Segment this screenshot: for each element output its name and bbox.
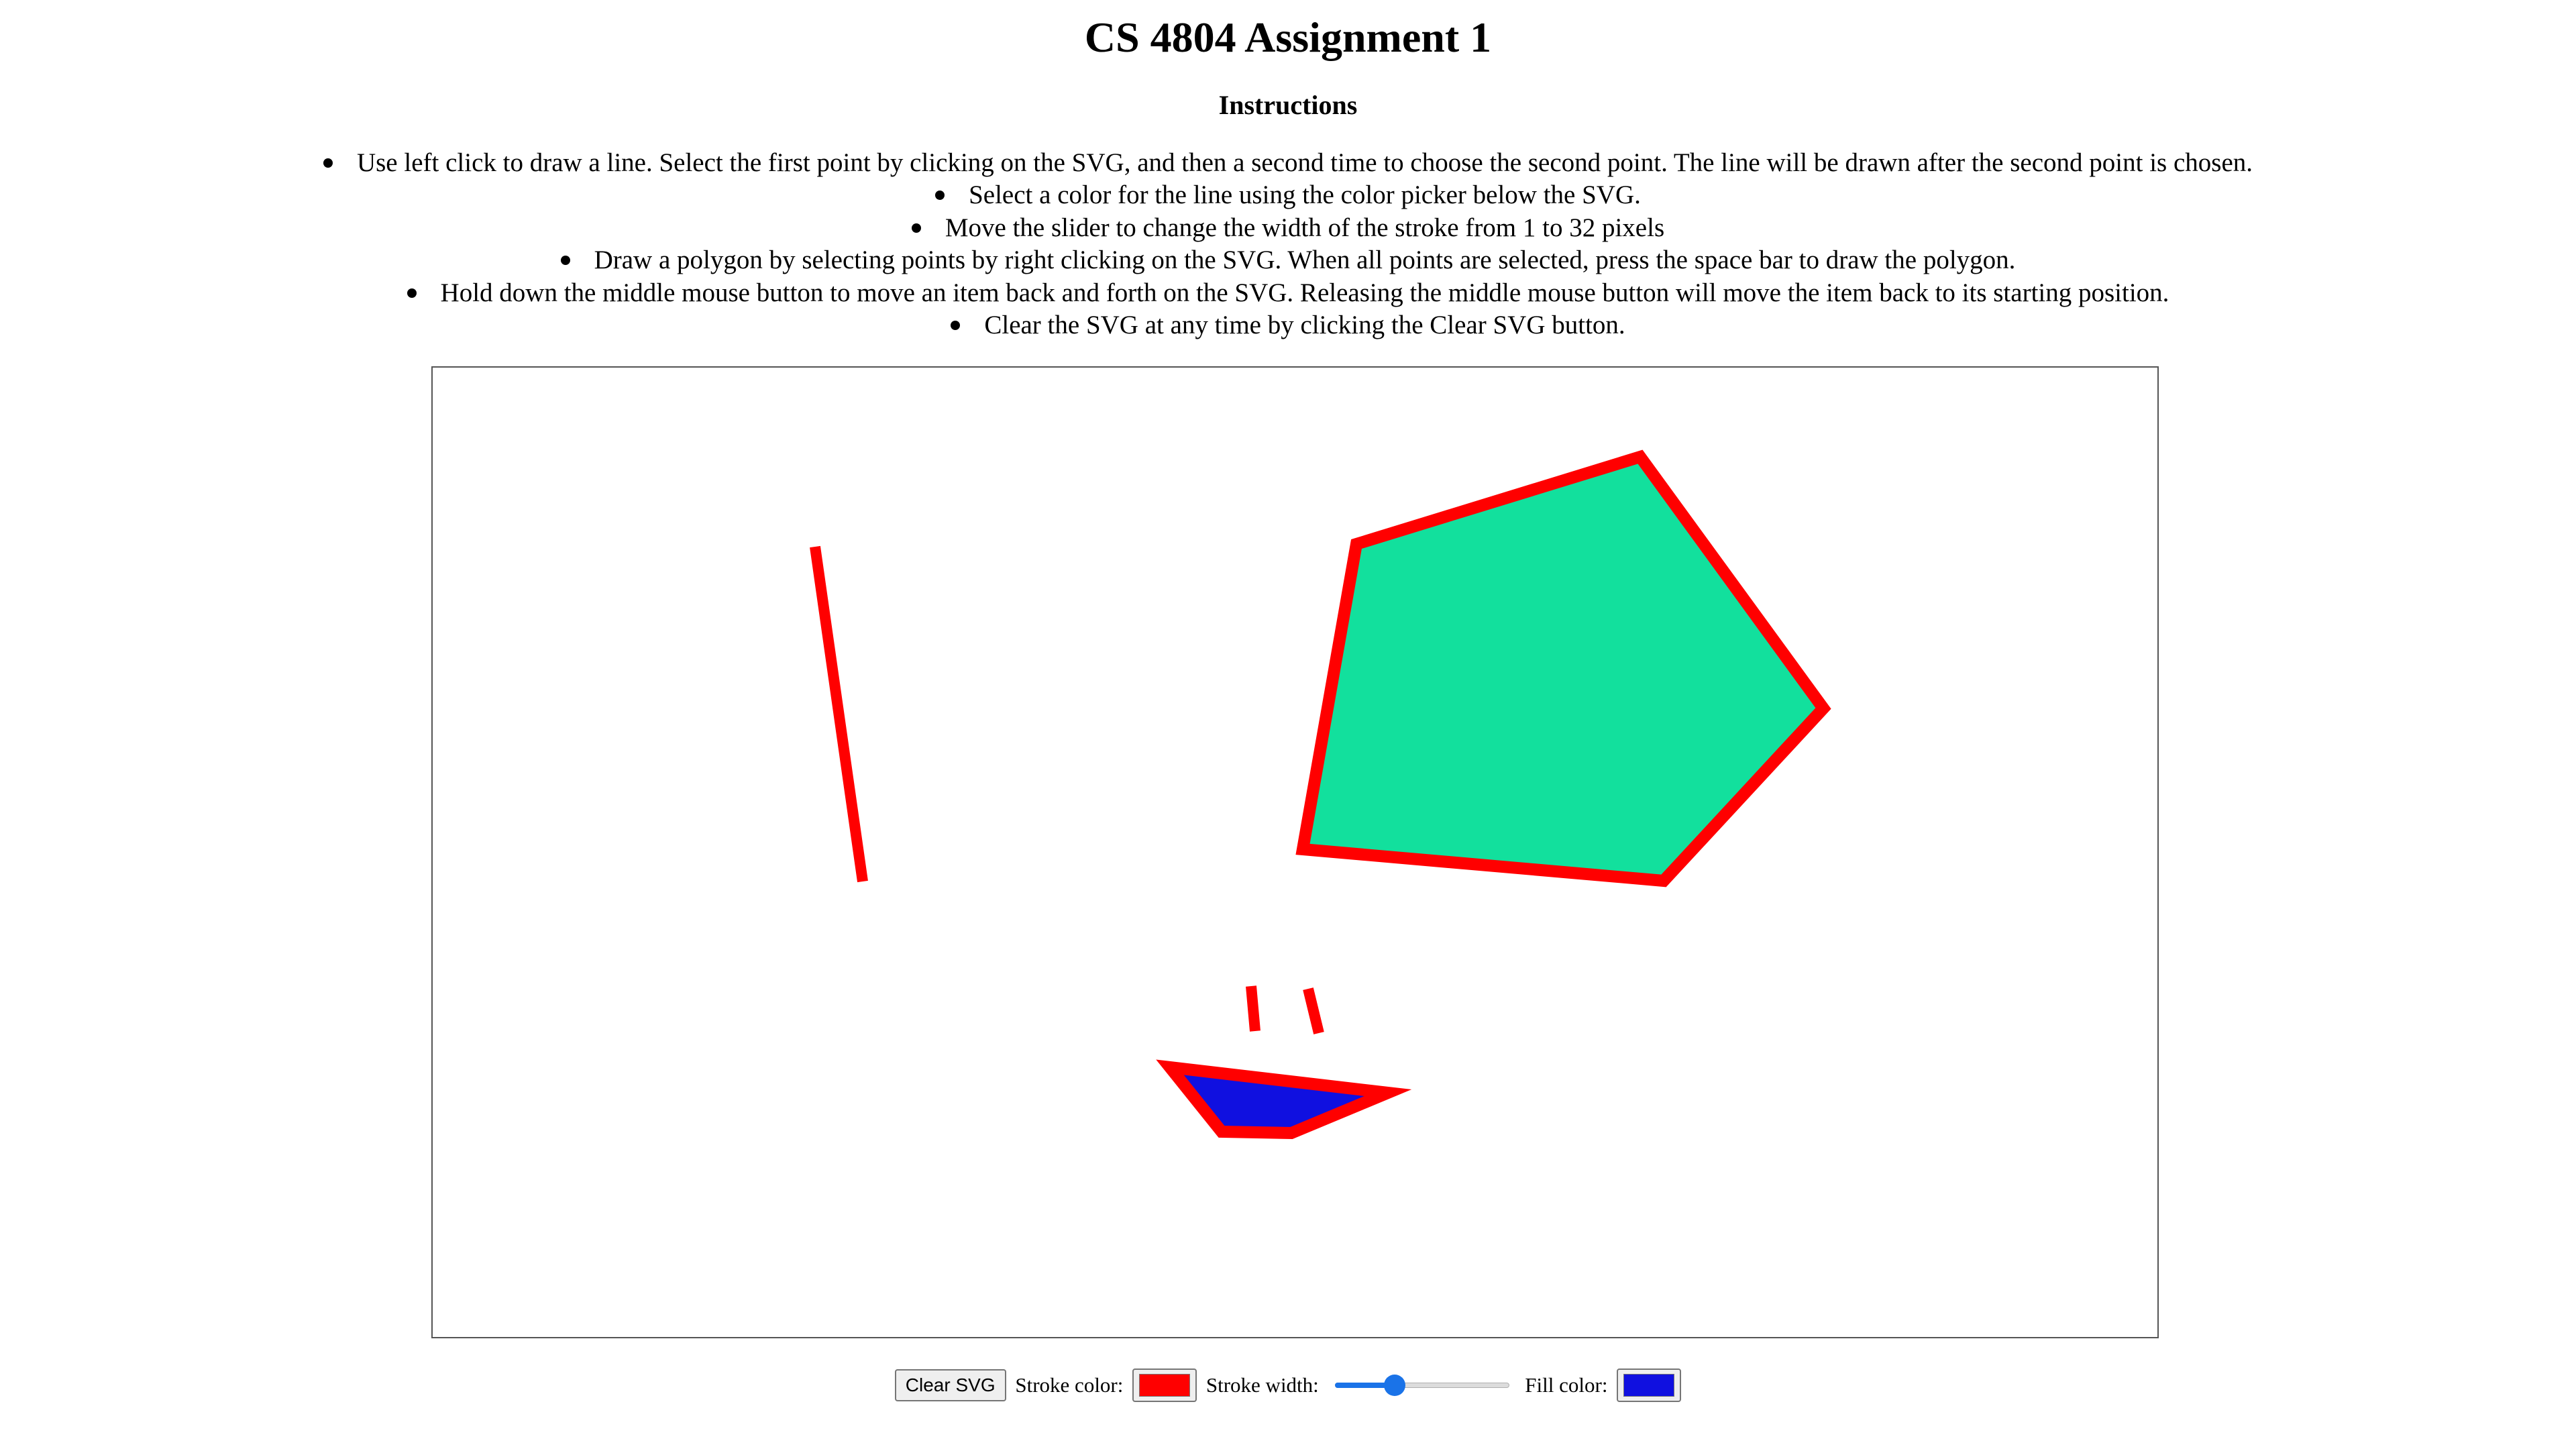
instruction-text: Use left click to draw a line. Select th… — [356, 148, 2253, 177]
bullet-icon — [935, 191, 945, 201]
bullet-icon — [407, 288, 417, 298]
stroke-width-slider[interactable] — [1334, 1372, 1509, 1399]
bullet-icon — [323, 158, 333, 168]
fill-color-label: Fill color: — [1525, 1373, 1608, 1397]
instruction-item: Select a color for the line using the co… — [0, 179, 2576, 211]
fill-color-picker[interactable] — [1617, 1368, 1682, 1402]
instruction-text: Hold down the middle mouse button to mov… — [440, 278, 2169, 307]
instruction-item: Use left click to draw a line. Select th… — [0, 147, 2576, 179]
drawn-polygon-blue[interactable] — [1156, 1059, 1412, 1140]
clear-svg-button[interactable]: Clear SVG — [894, 1369, 1006, 1401]
instruction-text: Move the slider to change the width of t… — [945, 213, 1665, 242]
drawing-svg[interactable] — [433, 368, 2157, 1337]
instruction-text: Draw a polygon by selecting points by ri… — [594, 246, 2016, 275]
drawn-line[interactable] — [1246, 985, 1260, 1032]
instruction-item: Clear the SVG at any time by clicking th… — [0, 309, 2576, 341]
drawn-line[interactable] — [1303, 987, 1324, 1034]
instruction-item: Hold down the middle mouse button to mov… — [0, 277, 2576, 309]
page-title: CS 4804 Assignment 1 — [1084, 13, 1492, 61]
bullet-icon — [951, 321, 961, 330]
controls-bar: Clear SVG Stroke color: Stroke width: Fi… — [0, 1368, 2576, 1411]
instruction-item: Draw a polygon by selecting points by ri… — [0, 244, 2576, 276]
slider-thumb[interactable] — [1384, 1375, 1406, 1396]
instruction-item: Move the slider to change the width of t… — [0, 212, 2576, 244]
fill-color-swatch — [1623, 1374, 1675, 1397]
drawing-canvas[interactable] — [431, 366, 2159, 1338]
instruction-text: Select a color for the line using the co… — [969, 180, 1641, 210]
stroke-color-label: Stroke color: — [1015, 1373, 1124, 1397]
instruction-text: Clear the SVG at any time by clicking th… — [984, 310, 1625, 339]
stroke-color-swatch — [1139, 1374, 1191, 1397]
bullet-icon — [560, 256, 570, 266]
drawn-line[interactable] — [810, 545, 868, 883]
bullet-icon — [911, 223, 921, 233]
instructions-heading: Instructions — [1218, 90, 1358, 120]
drawn-polygon-green[interactable] — [1295, 449, 1831, 888]
stroke-color-picker[interactable] — [1132, 1368, 1197, 1402]
instructions-list: Use left click to draw a line. Select th… — [0, 147, 2576, 341]
stroke-width-label: Stroke width: — [1205, 1373, 1319, 1397]
